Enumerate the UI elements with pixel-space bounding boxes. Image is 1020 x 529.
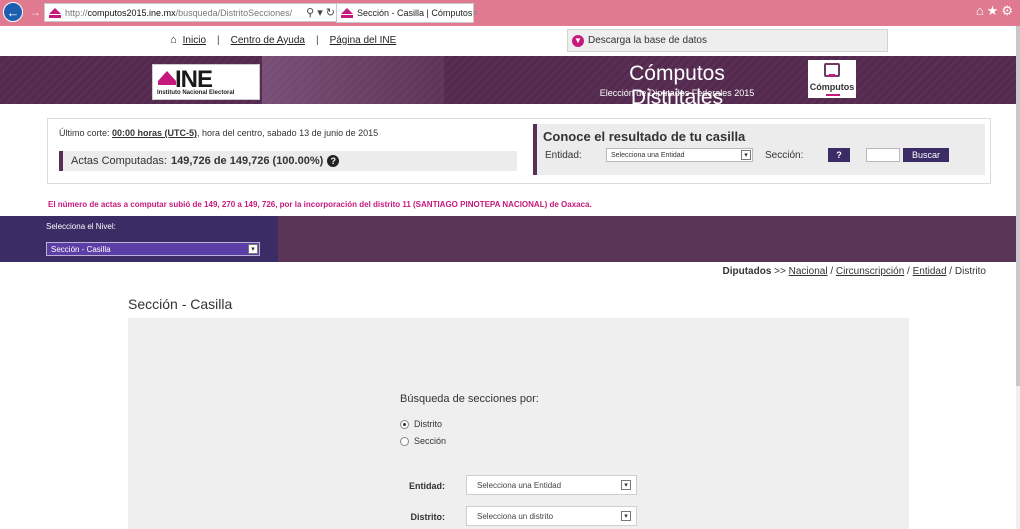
banner-title: Cómputos Distritales — [629, 62, 725, 109]
forward-arrow-icon: → — [29, 5, 41, 19]
tab-seccion-casilla[interactable]: Sección - Casilla | Cómputos × — [336, 3, 478, 23]
corte-time: 00:00 horas (UTC-5) — [112, 128, 198, 138]
radio-seccion[interactable]: Sección — [400, 436, 446, 446]
ine-site-icon — [49, 7, 61, 18]
radio-seccion-label: Sección — [414, 436, 447, 446]
buscar-button[interactable]: Buscar — [903, 148, 949, 162]
form-entidad-value: Selecciona una Entidad — [477, 480, 562, 490]
casilla-entidad-select[interactable]: Selecciona una Entidad ▾ — [606, 148, 753, 162]
back-arrow-icon: ← — [6, 4, 20, 20]
nivel-selected-value: Sección - Casilla — [51, 244, 111, 254]
banner-subtitle: Elección de Diputados Federales 2015 — [599, 88, 755, 98]
address-tools-icons[interactable]: ⚲ ▾ ↻ — [306, 6, 335, 19]
download-label: Descarga la base de datos — [588, 35, 707, 46]
link-pagina-ine[interactable]: Página del INE — [330, 35, 397, 46]
breadcrumb-arrow: >> — [771, 266, 789, 277]
download-icon: ▼ — [572, 34, 584, 47]
search-title: Búsqueda de secciones por: — [400, 393, 539, 405]
ine-logo-subtitle: Instituto Nacional Electoral — [157, 90, 235, 96]
question-circle-icon[interactable]: ? — [327, 155, 340, 167]
breadcrumb: Diputados >> Nacional / Circunscripción … — [722, 266, 987, 277]
link-centro-ayuda[interactable]: Centro de Ayuda — [231, 35, 305, 46]
link-separator: | — [315, 34, 319, 46]
actas-label: Actas Computadas: — [71, 155, 167, 167]
ine-logo-mark-base — [158, 81, 176, 85]
home-icon: ⌂ — [170, 34, 177, 46]
breadcrumb-circunscripcion[interactable]: Circunscripción — [836, 266, 904, 277]
casilla-entidad-value: Selecciona una Entidad — [611, 151, 685, 159]
address-path: /busqueda/DistritoSecciones/ — [175, 7, 293, 18]
home-star-gear-icons[interactable]: ⌂★⚙ — [976, 3, 1016, 19]
ine-tab-icon — [341, 8, 353, 18]
banner-pattern — [262, 56, 444, 104]
computos-logo[interactable]: Cómputos — [808, 60, 856, 98]
search-panel — [128, 318, 909, 529]
casilla-title: Conoce el resultado de tu casilla — [543, 129, 746, 144]
download-database-button[interactable]: ▼ Descarga la base de datos — [567, 29, 888, 52]
breadcrumb-diputados: Diputados — [722, 266, 772, 277]
casilla-entidad-label: Entidad: — [545, 150, 582, 161]
notice-message: El número de actas a computar subió de 1… — [48, 200, 592, 209]
form-distrito-select[interactable]: Selecciona un distrito ▾ — [466, 506, 637, 526]
chevron-down-icon: ▾ — [741, 150, 751, 160]
actas-value: 149,726 de 149,726 (100.00%) — [171, 155, 324, 167]
nivel-label: Selecciona el Nivel: — [46, 222, 116, 231]
top-links: ⌂ Inicio | Centro de Ayuda | Página del … — [170, 34, 396, 46]
radio-distrito[interactable]: Distrito — [400, 419, 442, 429]
link-inicio[interactable]: Inicio — [183, 35, 206, 46]
page-scroll-thumb[interactable] — [1016, 26, 1020, 386]
form-entidad-label: Entidad: — [409, 481, 445, 491]
computos-label: Cómputos — [809, 82, 855, 92]
back-button[interactable]: ← — [3, 2, 23, 22]
seccion-help-button[interactable]: ? — [828, 148, 850, 162]
casilla-seccion-label: Sección: — [765, 150, 804, 161]
link-separator: | — [217, 34, 220, 46]
chevron-down-icon: ▾ — [621, 480, 631, 490]
computos-underline — [826, 94, 840, 96]
forward-button[interactable]: → — [25, 2, 45, 22]
breadcrumb-distrito: Distrito — [954, 266, 986, 277]
nivel-select[interactable]: Sección - Casilla ▾ — [46, 242, 260, 256]
form-distrito-value: Selecciona un distrito — [477, 511, 554, 521]
page-title: Sección - Casilla — [128, 296, 233, 312]
ine-logo[interactable]: INE Instituto Nacional Electoral — [152, 64, 260, 100]
address-host: computos2015.ine.mx — [87, 7, 176, 18]
seccion-input[interactable] — [866, 148, 900, 162]
radio-checked-icon — [400, 419, 409, 429]
address-prefix: http:// — [65, 7, 88, 18]
form-distrito-label: Distrito: — [410, 512, 446, 522]
ine-logo-mark — [158, 71, 176, 81]
radio-distrito-label: Distrito — [414, 419, 443, 429]
form-entidad-select[interactable]: Selecciona una Entidad ▾ — [466, 475, 637, 495]
ultimo-corte: Último corte: 00:00 horas (UTC-5), hora … — [59, 128, 378, 138]
computos-monitor-icon — [824, 63, 840, 77]
address-bar[interactable]: http://computos2015.ine.mx/busqueda/Dist… — [44, 3, 340, 22]
corte-suffix: , hora del centro, sabado 13 de junio de… — [197, 128, 379, 138]
chevron-down-icon: ▾ — [248, 244, 258, 254]
tab-title: Sección - Casilla | Cómputos — [357, 8, 473, 18]
tab-close-icon[interactable]: × — [472, 8, 477, 18]
chevron-down-icon: ▾ — [621, 511, 631, 521]
radio-unchecked-icon — [400, 436, 409, 446]
actas-computadas: Actas Computadas: 149,726 de 149,726 (10… — [59, 151, 517, 171]
breadcrumb-nacional[interactable]: Nacional — [789, 266, 828, 277]
breadcrumb-entidad[interactable]: Entidad — [913, 266, 947, 277]
corte-prefix: Último corte: — [59, 128, 113, 138]
